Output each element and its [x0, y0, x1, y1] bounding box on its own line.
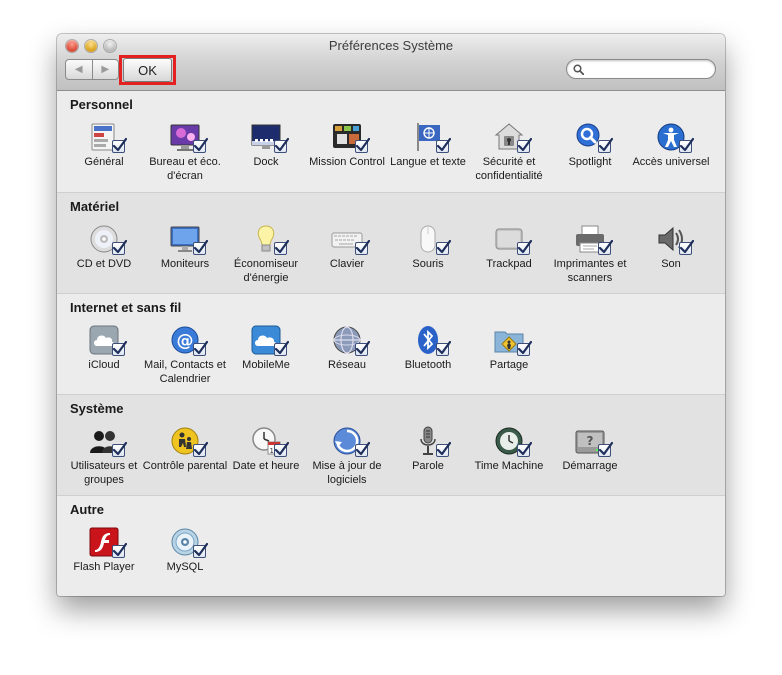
show-pane-checkbox[interactable] — [355, 239, 370, 255]
show-pane-checkbox[interactable] — [112, 340, 127, 356]
show-pane-checkbox[interactable] — [436, 340, 451, 356]
show-pane-checkbox[interactable] — [436, 137, 451, 153]
show-pane-checkbox[interactable] — [112, 239, 127, 255]
svg-text:@: @ — [177, 331, 194, 351]
show-pane-checkbox[interactable] — [355, 340, 370, 356]
show-pane-checkbox[interactable] — [193, 542, 208, 558]
show-pane-checkbox[interactable] — [517, 340, 532, 356]
show-pane-checkbox[interactable] — [274, 340, 289, 356]
section-internet-et-sans-fil: Internet et sans fil iCloud @ Mail, Contact… — [57, 293, 725, 394]
section-mat-riel: Matériel CD et DVD Moniteurs Économiseur d'… — [57, 192, 725, 293]
section-syst-me: Système Utilisateurs et groupes Contrôle p… — [57, 394, 725, 495]
search-input[interactable] — [587, 62, 707, 76]
show-pane-checkbox[interactable] — [679, 137, 694, 153]
pref-pane-label: MySQL — [166, 561, 204, 573]
back-button[interactable]: ◀ — [66, 60, 92, 79]
search-field[interactable] — [566, 59, 716, 79]
show-pane-checkbox[interactable] — [112, 542, 127, 558]
show-pane-checkbox[interactable] — [193, 239, 208, 255]
show-pane-checkbox[interactable] — [193, 441, 208, 457]
section-title: Système — [70, 401, 124, 416]
section-title: Matériel — [70, 199, 120, 214]
show-pane-checkbox[interactable] — [598, 441, 613, 457]
show-pane-checkbox[interactable] — [274, 137, 289, 153]
section-personnel: Personnel Général Bureau et éco. d'écran Do… — [57, 91, 725, 192]
pref-pane-label: Accès universel — [632, 156, 710, 168]
svg-text:?: ? — [587, 434, 594, 448]
show-pane-checkbox[interactable] — [112, 137, 127, 153]
show-pane-checkbox[interactable] — [274, 239, 289, 255]
navigation-segmented-control: ◀ ▶ — [65, 59, 119, 80]
show-pane-checkbox[interactable] — [598, 239, 613, 255]
forward-button[interactable]: ▶ — [91, 60, 119, 79]
show-pane-checkbox[interactable] — [355, 137, 370, 153]
pref-pane-label: Démarrage — [562, 460, 618, 472]
highlight-annotation-box — [119, 55, 176, 85]
show-pane-checkbox[interactable] — [436, 441, 451, 457]
show-pane-checkbox[interactable] — [598, 137, 613, 153]
section-title: Internet et sans fil — [70, 300, 182, 315]
pref-pane-label: Son — [661, 258, 681, 270]
preferences-content: Personnel Général Bureau et éco. d'écran Do… — [57, 91, 725, 596]
search-icon — [573, 64, 584, 75]
show-pane-checkbox[interactable] — [355, 441, 370, 457]
show-pane-checkbox[interactable] — [517, 441, 532, 457]
show-pane-checkbox[interactable] — [193, 340, 208, 356]
section-autre: Autre Flash Player MySQL — [57, 495, 725, 596]
show-pane-checkbox[interactable] — [193, 137, 208, 153]
system-preferences-window: Préférences Système ◀ ▶ OK Personnel Géné… — [57, 34, 725, 596]
window-title: Préférences Système — [328, 38, 454, 53]
title-bar: Préférences Système ◀ ▶ OK — [57, 34, 725, 91]
show-pane-checkbox[interactable] — [436, 239, 451, 255]
section-title: Personnel — [70, 97, 133, 112]
show-pane-checkbox[interactable] — [517, 239, 532, 255]
show-pane-checkbox[interactable] — [274, 441, 289, 457]
show-pane-checkbox[interactable] — [112, 441, 127, 457]
show-pane-checkbox[interactable] — [517, 137, 532, 153]
pref-pane-label: Partage — [489, 359, 529, 371]
show-pane-checkbox[interactable] — [679, 239, 694, 255]
section-title: Autre — [70, 502, 104, 517]
